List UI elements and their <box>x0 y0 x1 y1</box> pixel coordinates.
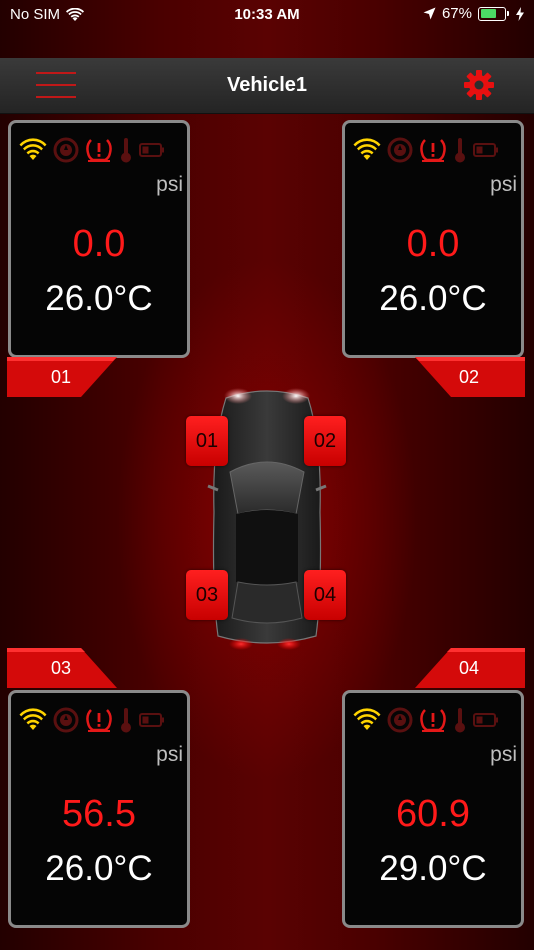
tire-tag-03: 03 <box>7 648 117 688</box>
status-icons <box>353 705 515 735</box>
charging-bolt-icon <box>516 6 524 21</box>
pressure-value: 0.0 <box>72 223 126 265</box>
tire-card-03[interactable]: psi 56.5 26.0°C <box>8 690 190 928</box>
temperature-value: 26.0°C <box>379 279 487 318</box>
pressure-value: 60.9 <box>396 793 470 835</box>
tire-tag-01: 01 <box>7 357 117 397</box>
vehicle-diagram: 01 02 03 04 <box>186 382 348 654</box>
tire-tag-label: 02 <box>459 366 480 387</box>
battery-icon <box>139 713 164 727</box>
wheel-button-01[interactable]: 01 <box>186 416 228 466</box>
tire-card-02[interactable]: psi 0.0 26.0°C <box>342 120 524 358</box>
tire-tag-label: 04 <box>459 657 480 678</box>
tire-tag-04: 04 <box>415 648 525 688</box>
pressure-value: 0.0 <box>406 223 460 265</box>
status-bar: No SIM 10:33 AM 67% <box>0 0 534 30</box>
thermometer-icon <box>455 708 465 733</box>
unit-label: psi <box>156 173 183 196</box>
wheel-button-04[interactable]: 04 <box>304 570 346 620</box>
tire-leak-icon <box>387 137 413 163</box>
unit-label: psi <box>490 173 517 196</box>
wifi-icon <box>19 138 47 160</box>
location-arrow-icon <box>423 7 436 20</box>
tire-leak-icon <box>53 707 79 733</box>
temperature-value: 26.0°C <box>45 849 153 888</box>
tire-tag-label: 03 <box>51 657 72 678</box>
status-icons <box>19 135 181 165</box>
thermometer-icon <box>455 138 465 163</box>
tire-leak-icon <box>53 137 79 163</box>
gear-icon <box>464 70 494 100</box>
battery-icon <box>473 713 498 727</box>
tire-tag-02: 02 <box>415 357 525 397</box>
status-icons <box>19 705 181 735</box>
battery-percent: 67% <box>441 5 472 22</box>
wifi-icon <box>19 708 47 730</box>
page-title: Vehicle1 <box>226 74 308 96</box>
status-icons <box>353 135 515 165</box>
settings-button[interactable] <box>462 68 496 102</box>
wifi-icon <box>353 138 381 160</box>
tire-tag-label: 01 <box>51 366 72 387</box>
battery-icon <box>139 143 164 157</box>
temperature-value: 26.0°C <box>45 279 153 318</box>
wifi-icon <box>353 708 381 730</box>
tire-pressure-warning-icon <box>420 709 446 732</box>
wheel-button-03[interactable]: 03 <box>186 570 228 620</box>
unit-label: psi <box>156 743 183 766</box>
battery-icon <box>478 6 509 21</box>
battery-level <box>480 9 496 18</box>
nav-bar: Vehicle1 <box>0 58 534 114</box>
thermometer-icon <box>121 138 131 163</box>
tire-pressure-warning-icon <box>420 139 446 162</box>
thermometer-icon <box>121 708 131 733</box>
tire-leak-icon <box>387 707 413 733</box>
battery-icon <box>473 143 498 157</box>
tire-pressure-warning-icon <box>86 709 112 732</box>
pressure-value: 56.5 <box>62 793 136 835</box>
tire-card-01[interactable]: psi 0.0 26.0°C <box>8 120 190 358</box>
tire-card-04[interactable]: psi 60.9 29.0°C <box>342 690 524 928</box>
unit-label: psi <box>490 743 517 766</box>
temperature-value: 29.0°C <box>379 849 487 888</box>
wheel-button-02[interactable]: 02 <box>304 416 346 466</box>
tire-pressure-warning-icon <box>86 139 112 162</box>
